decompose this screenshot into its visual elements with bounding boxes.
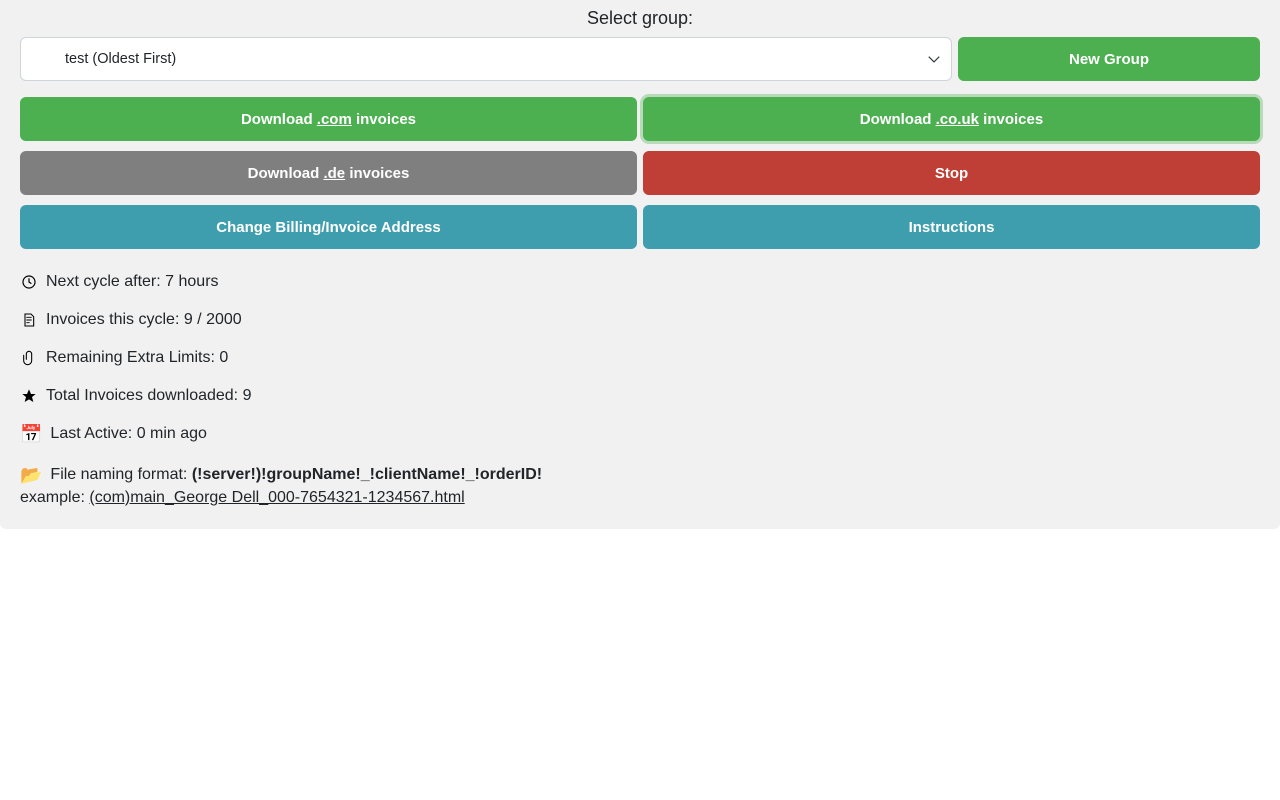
change-billing-button[interactable]: Change Billing/Invoice Address [20,205,637,249]
select-group-label: Select group: [20,8,1260,29]
next-cycle-row: Next cycle after: 7 hours [20,273,1260,291]
folder-icon: 📂 [20,466,42,484]
remaining-limits-row: Remaining Extra Limits: 0 [20,349,1260,367]
next-cycle-text: Next cycle after: 7 hours [46,273,219,291]
paperclip-icon [20,350,38,366]
clock-icon [20,274,38,290]
star-icon [20,388,38,404]
invoices-cycle-row: Invoices this cycle: 9 / 2000 [20,311,1260,329]
calendar-icon: 📅 [20,425,42,443]
group-select[interactable]: test (Oldest First) [20,37,952,81]
file-format-block: 📂 File naming format: (!server!)!groupNa… [20,463,1260,509]
last-active-row: 📅 Last Active: 0 min ago [20,425,1260,443]
instructions-button[interactable]: Instructions [643,205,1260,249]
remaining-limits-text: Remaining Extra Limits: 0 [46,349,228,367]
stop-button[interactable]: Stop [643,151,1260,195]
download-couk-button[interactable]: Download .co.uk invoices [643,97,1260,141]
new-group-button[interactable]: New Group [958,37,1260,81]
total-downloaded-text: Total Invoices downloaded: 9 [46,387,251,405]
example-filename: (com)main_George Dell_000-7654321-123456… [89,489,464,506]
invoices-cycle-text: Invoices this cycle: 9 / 2000 [46,311,242,329]
last-active-text: Last Active: 0 min ago [50,425,207,443]
total-downloaded-row: Total Invoices downloaded: 9 [20,387,1260,405]
download-de-button[interactable]: Download .de invoices [20,151,637,195]
document-icon [20,312,38,328]
download-com-button[interactable]: Download .com invoices [20,97,637,141]
